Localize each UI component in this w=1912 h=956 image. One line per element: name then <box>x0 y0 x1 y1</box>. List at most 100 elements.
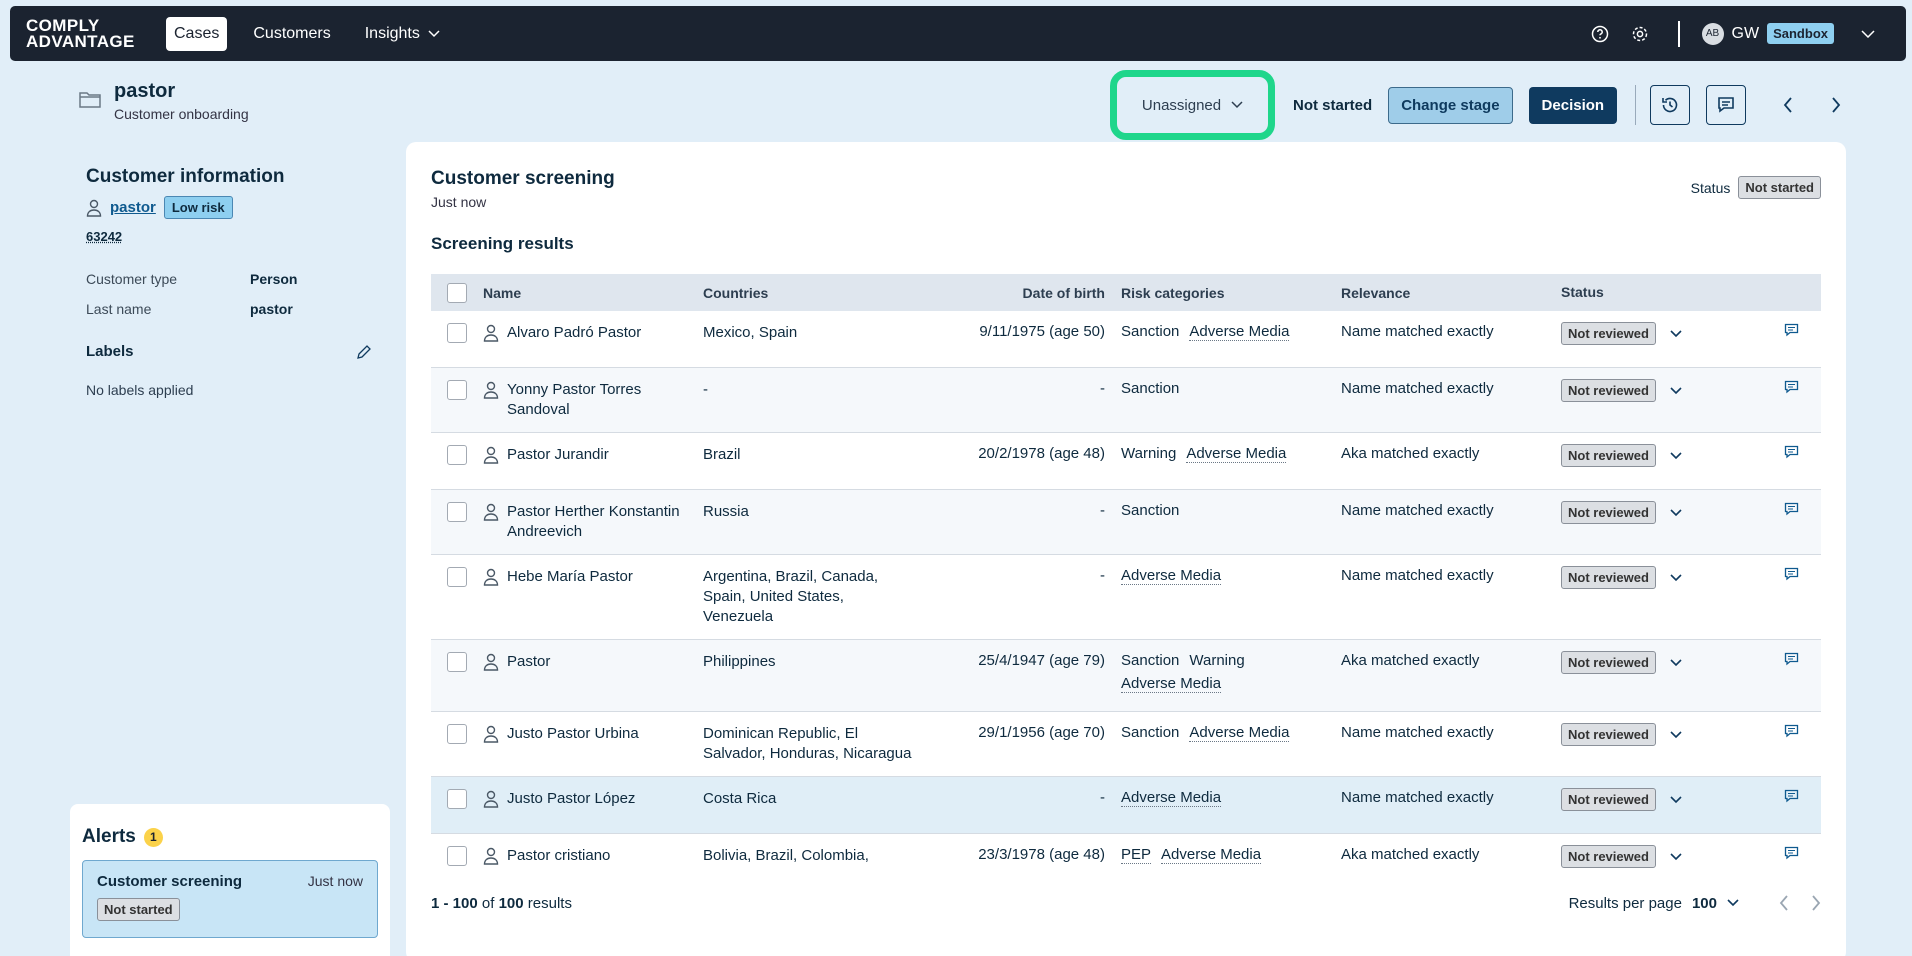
page-next-icon[interactable] <box>1811 894 1821 912</box>
edit-pencil-icon[interactable] <box>356 344 372 360</box>
risk-category-tag[interactable]: Adverse Media <box>1161 846 1261 864</box>
col-risk-categories[interactable]: Risk categories <box>1121 285 1341 301</box>
results-per-page: Results per page 100 <box>1569 894 1821 912</box>
history-button[interactable] <box>1650 85 1690 125</box>
row-checkbox[interactable] <box>447 567 467 587</box>
table-row[interactable]: Justo Pastor Urbina Dominican Republic, E… <box>431 712 1821 777</box>
match-name[interactable]: Hebe María Pastor <box>507 567 633 590</box>
select-all-checkbox[interactable] <box>447 283 467 303</box>
chevron-down-icon[interactable] <box>1670 509 1682 517</box>
help-icon[interactable] <box>1580 14 1620 54</box>
user-menu-chevron-icon[interactable] <box>1848 14 1888 54</box>
review-status-badge: Not reviewed <box>1561 501 1656 524</box>
alert-card[interactable]: Customer screening Just now Not started <box>82 860 378 938</box>
match-risk-categories: Sanction <box>1121 502 1341 519</box>
comment-icon[interactable] <box>1784 567 1799 581</box>
assignee-dropdown[interactable]: Unassigned <box>1142 97 1243 114</box>
tab-cases[interactable]: Cases <box>166 17 227 51</box>
row-checkbox[interactable] <box>447 652 467 672</box>
logo[interactable]: COMPLY ADVANTAGE <box>26 18 166 50</box>
risk-category-tag[interactable]: Adverse Media <box>1121 789 1221 807</box>
status-badge: Not started <box>1738 176 1821 199</box>
row-checkbox[interactable] <box>447 380 467 400</box>
table-row[interactable]: Pastor Jurandir Brazil 20/2/1978 (age 48) W… <box>431 433 1821 490</box>
match-date-of-birth: - <box>923 567 1121 584</box>
match-name[interactable]: Pastor cristiano <box>507 846 610 868</box>
table-row[interactable]: Pastor Herther Konstantin Andreevich Russ… <box>431 490 1821 555</box>
risk-category-tag[interactable]: Adverse Media <box>1121 675 1221 693</box>
match-name[interactable]: Pastor Herther Konstantin Andreevich <box>507 502 703 542</box>
table-row[interactable]: Yonny Pastor Torres Sandoval - - Sanction Na… <box>431 368 1821 433</box>
row-checkbox[interactable] <box>447 445 467 465</box>
chevron-down-icon[interactable] <box>1670 659 1682 667</box>
col-countries[interactable]: Countries <box>703 283 923 303</box>
chevron-down-icon[interactable] <box>1670 452 1682 460</box>
row-checkbox[interactable] <box>447 502 467 522</box>
comment-icon[interactable] <box>1784 380 1799 394</box>
row-checkbox[interactable] <box>447 724 467 744</box>
comment-icon[interactable] <box>1784 445 1799 459</box>
chevron-down-icon[interactable] <box>1670 574 1682 582</box>
match-name[interactable]: Justo Pastor López <box>507 789 635 812</box>
table-row[interactable]: Justo Pastor López Costa Rica - Adverse Med… <box>431 777 1821 834</box>
comment-icon[interactable] <box>1784 789 1799 803</box>
match-name[interactable]: Alvaro Padró Pastor <box>507 323 641 346</box>
col-status[interactable]: Status <box>1561 284 1761 300</box>
col-name[interactable]: Name <box>483 285 703 301</box>
match-relevance: Name matched exactly <box>1341 789 1561 806</box>
chevron-down-icon[interactable] <box>1670 387 1682 395</box>
avatar[interactable]: AB <box>1702 23 1724 45</box>
tab-insights[interactable]: Insights <box>357 17 448 51</box>
range-results-word: results <box>528 895 572 912</box>
customer-id[interactable]: 63242 <box>86 229 122 244</box>
chevron-down-icon[interactable] <box>1727 899 1739 907</box>
chevron-down-icon[interactable] <box>1670 853 1682 861</box>
row-checkbox[interactable] <box>447 789 467 809</box>
risk-category-tag: Warning <box>1121 445 1176 463</box>
previous-case-button[interactable] <box>1768 85 1808 125</box>
table-row[interactable]: Hebe María Pastor Argentina, Brazil, Cana… <box>431 555 1821 640</box>
risk-category-tag[interactable]: Adverse Media <box>1186 445 1286 463</box>
chevron-left-icon <box>1783 96 1793 114</box>
risk-category-tag[interactable]: PEP <box>1121 846 1151 864</box>
tab-customers[interactable]: Customers <box>245 17 338 51</box>
comment-icon[interactable] <box>1784 652 1799 666</box>
row-checkbox[interactable] <box>447 323 467 343</box>
results-range: 1 - 100 of 100 results <box>431 895 572 912</box>
col-relevance[interactable]: Relevance <box>1341 285 1561 301</box>
chevron-down-icon[interactable] <box>1670 330 1682 338</box>
comment-icon[interactable] <box>1784 323 1799 337</box>
row-checkbox[interactable] <box>447 846 467 866</box>
customer-name-link[interactable]: pastor <box>110 199 156 216</box>
review-status-badge: Not reviewed <box>1561 566 1656 589</box>
decision-button[interactable]: Decision <box>1529 87 1618 124</box>
next-case-button[interactable] <box>1816 85 1856 125</box>
col-date-of-birth[interactable]: Date of birth <box>923 285 1121 301</box>
match-relevance: Name matched exactly <box>1341 323 1561 340</box>
risk-category-tag[interactable]: Adverse Media <box>1189 724 1289 742</box>
alerts-panel: Alerts 1 Customer screening Just now Not… <box>70 804 390 956</box>
customer-type-row: Customer type Person <box>86 271 376 287</box>
results-per-page-select[interactable]: 100 <box>1692 895 1717 912</box>
match-countries: - <box>703 380 923 400</box>
page-prev-icon[interactable] <box>1779 894 1789 912</box>
table-row[interactable]: Pastor cristiano Bolivia, Brazil, Colombi… <box>431 834 1821 868</box>
table-row[interactable]: Alvaro Padró Pastor Mexico, Spain 9/11/197… <box>431 311 1821 368</box>
screening-time: Just now <box>431 194 1821 210</box>
match-name[interactable]: Pastor <box>507 652 550 675</box>
risk-category-tag[interactable]: Adverse Media <box>1121 567 1221 585</box>
match-name[interactable]: Justo Pastor Urbina <box>507 724 639 747</box>
match-name[interactable]: Yonny Pastor Torres Sandoval <box>507 380 703 420</box>
risk-category-tag[interactable]: Adverse Media <box>1189 323 1289 341</box>
settings-gear-icon[interactable] <box>1620 14 1660 54</box>
change-stage-button[interactable]: Change stage <box>1388 87 1512 124</box>
match-name[interactable]: Pastor Jurandir <box>507 445 609 468</box>
comments-button[interactable] <box>1706 85 1746 125</box>
comment-icon[interactable] <box>1784 846 1799 860</box>
table-row[interactable]: Pastor Philippines 25/4/1947 (age 79) Sanct… <box>431 640 1821 712</box>
comment-icon[interactable] <box>1784 724 1799 738</box>
comment-icon[interactable] <box>1784 502 1799 516</box>
chevron-down-icon[interactable] <box>1670 731 1682 739</box>
chevron-down-icon[interactable] <box>1670 796 1682 804</box>
alert-card-title: Customer screening <box>97 873 242 890</box>
